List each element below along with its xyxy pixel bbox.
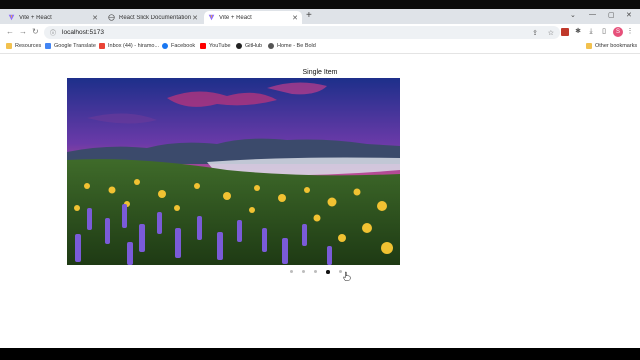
bookmark-label: Inbox (44) - hiramo...: [108, 43, 160, 49]
close-icon[interactable]: ✕: [92, 14, 98, 22]
menu-dots-icon[interactable]: ⋮: [626, 28, 634, 36]
bookmark-label: Other bookmarks: [595, 43, 638, 49]
back-icon[interactable]: ←: [6, 27, 14, 36]
new-tab-icon[interactable]: +: [306, 10, 312, 21]
info-icon[interactable]: ⓘ: [50, 28, 56, 37]
facebook-icon: [162, 43, 168, 49]
reload-icon[interactable]: ↻: [32, 27, 39, 36]
bookmark-home-be-bold[interactable]: Home - Be Bold: [268, 43, 316, 49]
landscape-image: [67, 78, 400, 265]
tab-label: React Slick Documentation: [119, 14, 192, 21]
slider-dot-5[interactable]: [338, 270, 342, 273]
bookmark-inbox[interactable]: Inbox (44) - hiramo...: [99, 43, 159, 49]
vite-icon: [8, 14, 15, 21]
maximize-icon[interactable]: ▢: [608, 11, 615, 19]
close-icon[interactable]: ✕: [192, 14, 198, 22]
url-text: localhost:5173: [62, 29, 104, 36]
tab-vite-react-1[interactable]: Vite + React ✕: [4, 11, 102, 24]
hand-pointer-cursor-icon: [343, 271, 351, 281]
tab-bar: Vite + React ✕ React Slick Documentation…: [0, 9, 640, 24]
bookmark-label: Google Translate: [54, 43, 96, 49]
tab-react-slick-docs[interactable]: React Slick Documentation ✕: [104, 11, 202, 24]
bookmark-label: GitHub: [245, 43, 263, 49]
close-icon[interactable]: ✕: [292, 14, 298, 22]
screen-top-border: [0, 0, 640, 9]
slider-image[interactable]: [67, 78, 400, 265]
tab-vite-react-active[interactable]: Vite + React ✕: [204, 11, 302, 24]
slider-dots: [290, 270, 342, 276]
bookmark-github[interactable]: GitHub: [236, 43, 262, 49]
bookmark-label: YouTube: [209, 43, 231, 49]
folder-icon: [6, 43, 12, 49]
globe-icon: [108, 14, 115, 21]
bookmark-resources[interactable]: Resources: [6, 43, 41, 49]
close-window-icon[interactable]: ✕: [626, 11, 632, 19]
page-content: Single Item: [0, 54, 640, 348]
github-icon: [236, 43, 242, 49]
vite-icon: [208, 14, 215, 21]
slider-dot-1[interactable]: [290, 270, 293, 273]
bookmark-google-translate[interactable]: Google Translate: [45, 43, 96, 49]
youtube-icon: [200, 43, 206, 49]
bookmark-youtube[interactable]: YouTube: [200, 43, 231, 49]
side-panel-icon[interactable]: ▯: [600, 28, 608, 36]
share-icon[interactable]: ⇪: [532, 29, 538, 37]
download-icon[interactable]: ⤓: [587, 28, 595, 36]
bookmark-label: Facebook: [171, 43, 196, 49]
bookmark-facebook[interactable]: Facebook: [162, 43, 195, 49]
bookmarks-bar: Resources Google Translate Inbox (44) - …: [0, 41, 640, 54]
extensions-puzzle-icon[interactable]: ✱: [574, 28, 582, 36]
tab-search-chevron-icon[interactable]: ⌄: [570, 11, 576, 19]
minimize-icon[interactable]: —: [589, 11, 596, 18]
bookmark-label: Home - Be Bold: [277, 43, 316, 49]
profile-avatar[interactable]: S: [613, 27, 623, 37]
slider-dot-4[interactable]: [326, 270, 330, 274]
forward-icon[interactable]: →: [19, 27, 27, 36]
browser-toolbar: ← → ↻ ⓘ localhost:5173 ⇪ ☆ ✱ ⤓ ▯ ⋮: [0, 24, 640, 41]
folder-icon: [586, 43, 592, 49]
page-title: Single Item: [302, 69, 338, 76]
translate-icon: [45, 43, 51, 49]
slider-dot-3[interactable]: [314, 270, 317, 273]
other-bookmarks[interactable]: Other bookmarks: [586, 43, 637, 49]
extension-red-icon[interactable]: [561, 28, 569, 36]
tab-label: Vite + React: [219, 14, 252, 21]
tab-label: Vite + React: [19, 14, 52, 21]
bookmark-label: Resources: [15, 43, 42, 49]
screen-bottom-border: [0, 348, 640, 360]
slider-dot-2[interactable]: [302, 270, 305, 273]
bookmark-star-icon[interactable]: ☆: [548, 29, 554, 37]
address-bar[interactable]: ⓘ localhost:5173 ⇪ ☆: [44, 26, 560, 39]
globe-icon: [268, 43, 274, 49]
gmail-icon: [99, 43, 105, 49]
